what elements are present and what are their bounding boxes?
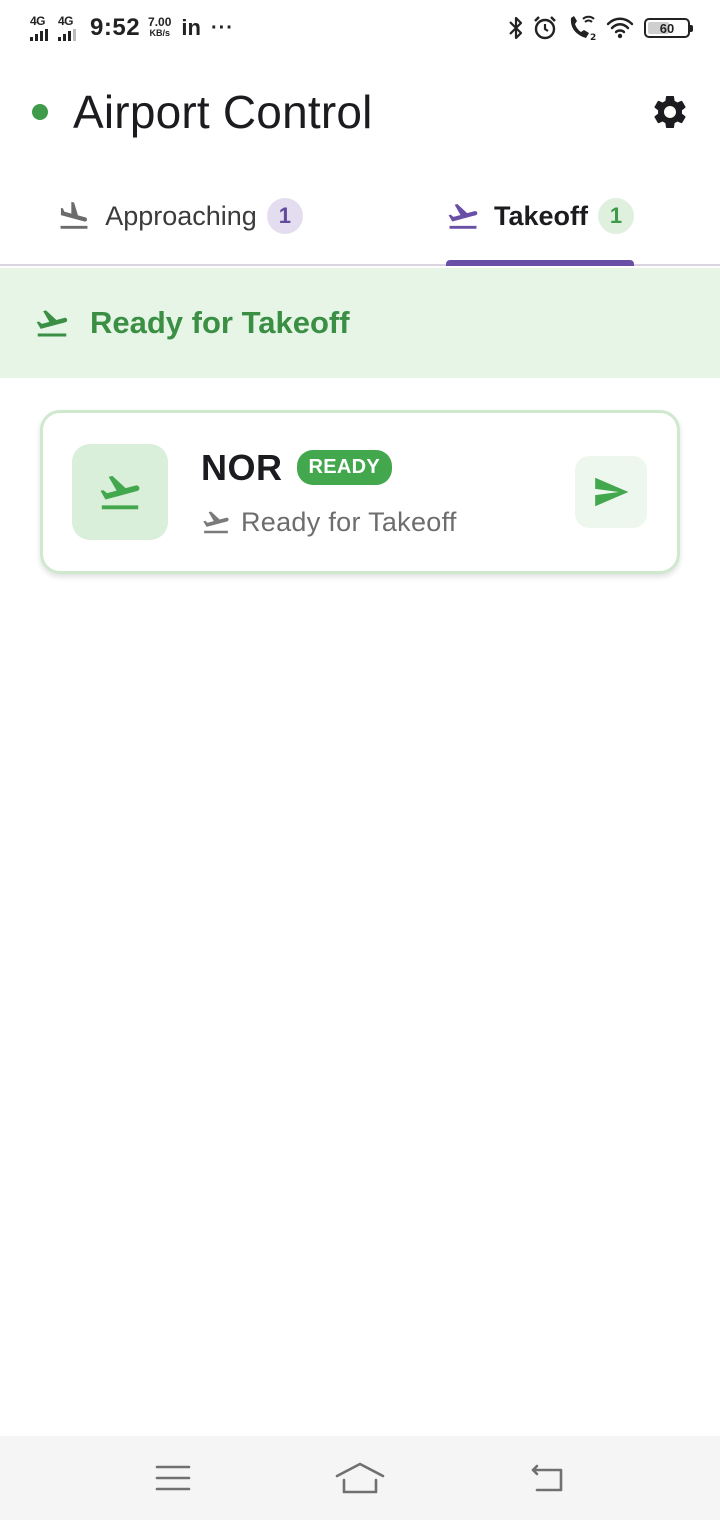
flight-card[interactable]: NOR READY Ready for Takeoff: [40, 410, 680, 574]
app-bar: Airport Control: [0, 60, 720, 164]
section-title: Ready for Takeoff: [90, 305, 350, 340]
section-header: Ready for Takeoff: [0, 268, 720, 378]
home-button[interactable]: [325, 1448, 395, 1508]
status-bar-left: 4G 4G 9:52 7.00 KB/s in ···: [30, 14, 234, 42]
tab-takeoff-label: Takeoff: [493, 200, 588, 231]
tab-takeoff-count: 1: [598, 198, 634, 234]
alarm-icon: [534, 16, 556, 40]
svg-text:2: 2: [590, 33, 596, 42]
network-type-2: 4G: [58, 14, 74, 28]
more-notifications-icon: ···: [210, 16, 234, 39]
signal-bars-icon: [30, 29, 48, 41]
network-type-1: 4G: [30, 14, 46, 28]
flight-card-body: NOR READY Ready for Takeoff: [201, 447, 575, 538]
tab-approaching-content: Approaching 1: [57, 168, 303, 264]
tab-approaching-count: 1: [266, 198, 303, 234]
network-speed: 7.00 KB/s: [148, 15, 172, 39]
flight-takeoff-icon: [448, 204, 478, 229]
clear-for-takeoff-button[interactable]: [575, 456, 647, 528]
network-speed-unit: KB/s: [149, 28, 170, 38]
page-title: Airport Control: [73, 86, 373, 138]
settings-button[interactable]: [648, 90, 692, 134]
gear-icon: [654, 95, 686, 128]
wifi-calling-icon: 2: [570, 15, 596, 42]
screen: 4G 4G 9:52 7.00 KB/s in ··· 2 60 Airport…: [0, 0, 720, 1520]
flight-takeoff-icon: [36, 310, 68, 337]
back-button[interactable]: [512, 1448, 582, 1508]
bluetooth-icon: [509, 16, 523, 40]
flight-status-line: Ready for Takeoff: [201, 507, 575, 538]
status-bar-right: 2 60: [500, 14, 693, 42]
flight-takeoff-icon: [100, 475, 140, 510]
back-icon: [531, 1464, 562, 1492]
flight-takeoff-icon: [203, 511, 229, 534]
menu-button[interactable]: [138, 1448, 208, 1508]
tab-takeoff[interactable]: Takeoff 1: [360, 168, 720, 266]
tab-approaching[interactable]: Approaching 1: [0, 168, 360, 264]
flight-land-icon: [60, 201, 88, 229]
connection-status-dot: [32, 104, 48, 120]
flight-card-header: NOR READY: [201, 447, 575, 489]
signal-2: 4G: [58, 15, 76, 41]
battery-level: 60: [659, 20, 675, 36]
linkedin-notification-icon: in: [181, 15, 201, 40]
status-badge: READY: [296, 450, 393, 485]
tab-takeoff-content: Takeoff 1: [445, 168, 634, 266]
flight-status-text: Ready for Takeoff: [241, 506, 457, 537]
menu-icon: [156, 1465, 191, 1491]
flight-icon-tile: [72, 444, 168, 540]
network-speed-value: 7.00: [148, 15, 172, 29]
tab-bar: Approaching 1 Takeoff 1: [0, 168, 720, 266]
system-nav-bar: [0, 1436, 720, 1520]
signal-1: 4G: [30, 15, 48, 41]
wifi-icon: [606, 17, 634, 39]
clock: 9:52: [90, 14, 141, 41]
battery-icon: 60: [644, 18, 693, 38]
home-icon: [335, 1462, 385, 1494]
status-bar: 4G 4G 9:52 7.00 KB/s in ··· 2 60: [0, 0, 720, 56]
tab-selected-indicator: [445, 260, 634, 266]
tab-approaching-label: Approaching: [105, 200, 257, 231]
signal-bars-icon: [58, 29, 76, 41]
flight-code: NOR: [201, 446, 283, 488]
send-icon: [595, 477, 629, 507]
